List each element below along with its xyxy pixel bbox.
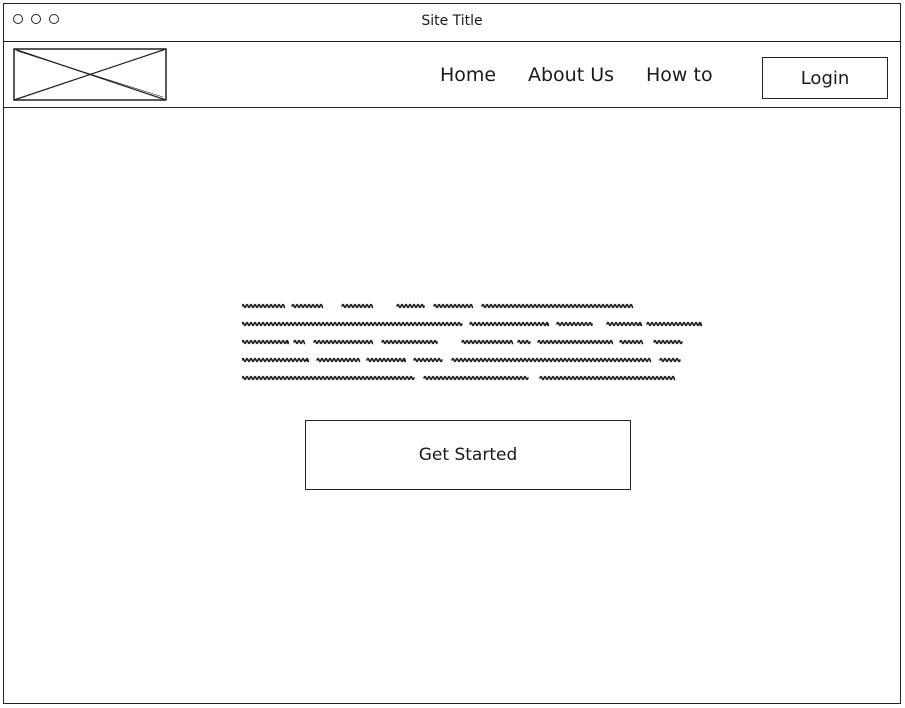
window-titlebar: Site Title [4, 4, 900, 42]
scribble-segment [242, 321, 463, 327]
site-header: Home About Us How to Login [4, 42, 900, 108]
scribble-segment [653, 339, 683, 345]
scribble-segment [316, 357, 361, 363]
scribble-segment [293, 339, 306, 345]
nav-link-home[interactable]: Home [440, 64, 496, 86]
nav-link-about-us[interactable]: About Us [528, 64, 614, 86]
window-title: Site Title [421, 13, 483, 29]
scribble-segment [659, 357, 681, 363]
scribble-segment [451, 357, 652, 363]
scribble-segment [242, 357, 310, 363]
scribble-segment [537, 339, 614, 345]
scribble-segment [481, 303, 634, 309]
scribble-segment [461, 339, 514, 345]
scribble-segment [469, 321, 550, 327]
scribble-segment [646, 321, 702, 327]
logo-placeholder-icon[interactable] [13, 48, 167, 101]
browser-window: Site Title Home About Us How to Login Ge… [3, 3, 901, 704]
nav-link-how-to[interactable]: How to [646, 64, 713, 86]
scribble-segment [423, 375, 529, 381]
scribble-segment [242, 303, 286, 309]
scribble-segment [539, 375, 676, 381]
login-button[interactable]: Login [762, 57, 888, 99]
scribble-segment [242, 339, 290, 345]
scribble-segment [433, 303, 474, 309]
scribble-segment [291, 303, 324, 309]
scribble-segment [242, 375, 415, 381]
scribble-segment [606, 321, 643, 327]
scribble-segment [619, 339, 644, 345]
scribble-segment [517, 339, 531, 345]
scribble-segment [313, 339, 374, 345]
scribble-segment [366, 357, 407, 363]
placeholder-paragraph-scribble [242, 303, 702, 381]
scribble-segment [413, 357, 443, 363]
scribble-segment [341, 303, 374, 309]
get-started-button[interactable]: Get Started [305, 420, 631, 490]
scribble-segment [381, 339, 438, 345]
scribble-segment [396, 303, 425, 309]
scribble-segment [556, 321, 593, 327]
